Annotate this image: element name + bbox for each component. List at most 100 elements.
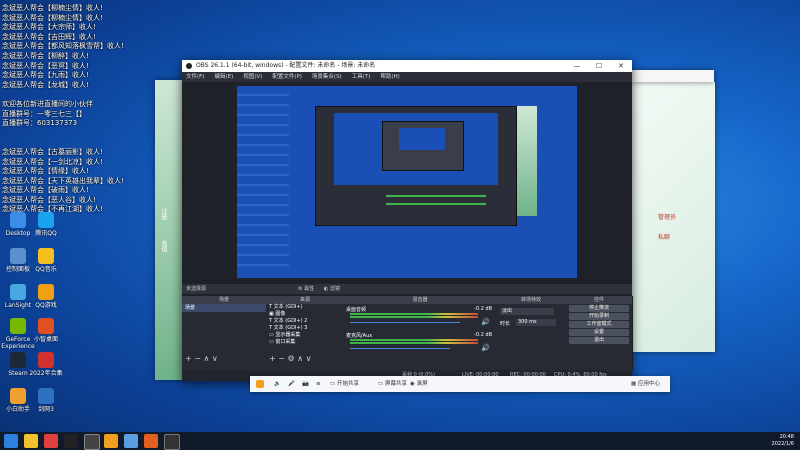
app-icon [10, 212, 26, 228]
app-icon [38, 248, 54, 264]
filters-button[interactable]: ◐ 滤镜 [324, 284, 340, 294]
app-icon [10, 388, 26, 404]
desktop-icon[interactable]: 剑网3 [28, 388, 64, 413]
nested-meter [386, 195, 486, 197]
scene-item[interactable]: 场景 [182, 304, 266, 312]
obs-titlebar: OBS 26.1.1 (64-bit, windows) - 配置文件: 未命名… [182, 60, 632, 72]
start-recording-button[interactable]: 开始录制 [569, 313, 629, 320]
nested-preview-innermost [399, 128, 445, 150]
app-icon [10, 284, 26, 300]
chat-line: 念斌恶人帮会【恶冥】收人! [2, 61, 89, 70]
exit-button[interactable]: 退出 [569, 337, 629, 344]
chat-line: 念斌恶人帮会【柳楠尘情】收人! [2, 13, 103, 22]
scenes-dock: 场景 场景 + − ∧ ∨ [182, 296, 267, 370]
background-window-left[interactable]: 注册 充值 [155, 80, 185, 380]
duration-input[interactable]: 300 ms [516, 319, 556, 326]
obs-taskbar-icon[interactable] [84, 434, 100, 450]
stop-streaming-button[interactable]: 停止推流 [569, 305, 629, 312]
sources-header: 来源 [266, 296, 344, 304]
obs-docks: 场景 场景 + − ∧ ∨ 来源 T 文本 (GDI+) ▣ 图像 T 文本 (… [182, 296, 633, 370]
volume-slider[interactable] [350, 322, 460, 323]
audio-icon[interactable]: 🔈 [274, 376, 281, 392]
equalizer-icon[interactable]: ≡ [316, 376, 321, 392]
minimize-icon[interactable]: — [566, 60, 588, 72]
desktop-icon[interactable]: QQ音乐 [28, 248, 64, 273]
menu-profile[interactable]: 配置文件(P) [272, 72, 302, 82]
audio-meter [350, 342, 478, 344]
start-button-icon[interactable] [4, 434, 18, 448]
taskbar-app-icon[interactable] [104, 434, 118, 448]
volume-slider[interactable] [350, 348, 450, 349]
source-item[interactable]: ▣ 图像 [269, 311, 344, 318]
system-clock[interactable]: 20:48 2022/1/6 [772, 434, 794, 448]
nested-meter [386, 203, 486, 205]
microphone-icon[interactable]: 🔊 [481, 344, 490, 352]
chat-line [2, 90, 177, 100]
duration-label: 时长 [500, 321, 511, 327]
scene-add-remove[interactable]: + − ∧ ∨ [185, 354, 218, 363]
taskbar-app-icon[interactable] [164, 434, 180, 450]
source-add-remove[interactable]: + − ⚙ ∧ ∨ [269, 354, 311, 363]
taskbar-app-icon[interactable] [24, 434, 38, 448]
app-icon [38, 284, 54, 300]
maximize-icon[interactable]: ☐ [588, 60, 610, 72]
taskbar-app-icon[interactable] [144, 434, 158, 448]
properties-button[interactable]: ⚙ 属性 [298, 284, 314, 294]
microphone-toggle-icon[interactable]: 🎤 [288, 376, 295, 392]
preview-icons-column [237, 86, 289, 274]
app-icon [38, 212, 54, 228]
source-item[interactable]: T 文本 (GDI+) 2 [269, 318, 344, 325]
chat-line: 念斌恶人帮会【破雨】收人! [2, 186, 89, 195]
speaker-icon[interactable]: 🔊 [481, 318, 490, 326]
source-item[interactable]: ▭ 显示器采集 [269, 332, 344, 339]
source-item[interactable]: T 文本 (GDI+) 3 [269, 325, 344, 332]
menu-tools[interactable]: 工具(T) [352, 72, 371, 82]
app-icon [38, 318, 54, 334]
desktop-icon[interactable]: 2022年合集 [28, 352, 64, 377]
source-item[interactable]: T 文本 (GDI+) [269, 304, 344, 311]
chat-overlay: 念斌恶人帮会【柳楠尘情】收人! 念斌恶人帮会【柳楠尘情】收人! 念斌恶人帮会【大… [2, 4, 177, 215]
obs-window[interactable]: OBS 26.1.1 (64-bit, windows) - 配置文件: 未命名… [182, 60, 633, 381]
obs-menubar: 文件(F) 编辑(E) 视图(V) 配置文件(P) 场景集合(S) 工具(T) … [182, 72, 632, 82]
background-window-right[interactable]: 管理员 私聊 [630, 82, 715, 352]
nested-preview-inner [382, 121, 464, 171]
mixer-channel-name: 桌面音频 [346, 307, 367, 313]
chat-line: 直播群号：603137373 [2, 119, 78, 128]
menu-view[interactable]: 视图(V) [243, 72, 262, 82]
obs-title-text: OBS 26.1.1 (64-bit, windows) - 配置文件: 未命名… [196, 62, 376, 69]
taskbar-app-icon[interactable] [64, 434, 78, 448]
transition-select[interactable]: 淡出 [500, 308, 554, 315]
nested-preview [334, 113, 498, 185]
share-button[interactable]: ▭ 开始共享 [330, 376, 359, 392]
taskbar-app-icon[interactable] [44, 434, 58, 448]
camera-icon[interactable]: 📷 [302, 376, 309, 392]
studio-mode-button[interactable]: 工作室模式 [569, 321, 629, 328]
settings-button[interactable]: 设置 [569, 329, 629, 336]
taskbar: 20:48 2022/1/6 [0, 432, 800, 450]
mixer-channel-name: 麦克风/Aux [346, 333, 373, 339]
app-icon [10, 352, 26, 368]
app-center-button[interactable]: ▦ 应用中心 [631, 376, 660, 392]
sources-dock: 来源 T 文本 (GDI+) ▣ 图像 T 文本 (GDI+) 2 T 文本 (… [266, 296, 345, 370]
desktop-icon[interactable]: 小智桌面 [28, 318, 64, 343]
menu-file[interactable]: 文件(F) [186, 72, 204, 82]
bg-window-label: 管理员 [658, 214, 677, 221]
screen-share-button[interactable]: ▭ 屏幕共享 [378, 376, 407, 392]
close-icon[interactable]: ✕ [610, 60, 632, 72]
clock-date: 2022/1/6 [771, 441, 794, 447]
record-button[interactable]: ◉ 录屏 [410, 376, 428, 392]
menu-scene-collection[interactable]: 场景集合(S) [312, 72, 342, 82]
desktop-icon[interactable]: 腾讯QQ [28, 212, 64, 237]
bg-window-label: 充值 [160, 240, 167, 252]
taskbar-app-icon[interactable] [124, 434, 138, 448]
sources-list: T 文本 (GDI+) ▣ 图像 T 文本 (GDI+) 2 T 文本 (GDI… [266, 304, 344, 346]
source-toolbar: 未选择源 ⚙ 属性 ◐ 滤镜 [182, 284, 632, 294]
preview-canvas[interactable] [237, 86, 577, 278]
chat-line: 念斌恶人帮会【龙城】收人! [2, 80, 89, 89]
mixer-header: 混音器 [344, 296, 496, 304]
source-item[interactable]: ▭ 窗口采集 [269, 339, 344, 346]
menu-help[interactable]: 帮助(H) [380, 72, 399, 82]
desktop-icon[interactable]: QQ游戏 [28, 284, 64, 309]
menu-edit[interactable]: 编辑(E) [214, 72, 233, 82]
no-source-label: 未选择源 [186, 286, 207, 292]
